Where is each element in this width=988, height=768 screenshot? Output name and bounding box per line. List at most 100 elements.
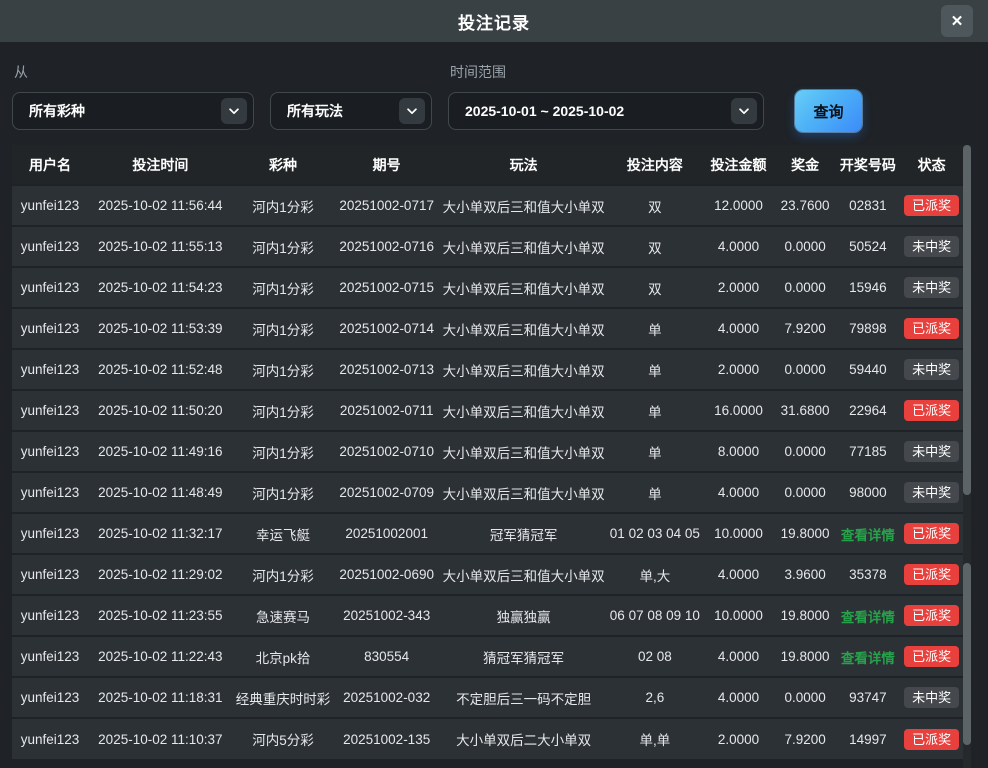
chevron-down-icon bbox=[731, 98, 757, 124]
bet-content-cell: 2,6 bbox=[607, 677, 702, 718]
bet-time-cell: 2025-10-02 11:49:16 bbox=[88, 431, 233, 472]
table-row: yunfei1232025-10-02 11:32:17幸运飞艇20251002… bbox=[12, 513, 963, 554]
play-method-cell: 大小单双后三和值大小单双 bbox=[440, 390, 607, 431]
winning-numbers-cell: 77185 bbox=[836, 431, 901, 472]
period-number-cell: 20251002-0717 bbox=[333, 185, 440, 226]
status-badge: 已派奖 bbox=[904, 605, 959, 626]
prize-cell: 3.9600 bbox=[775, 554, 836, 595]
modal-header: 投注记录 ✕ bbox=[0, 0, 988, 42]
play-method-cell: 大小单双后三和值大小单双 bbox=[440, 472, 607, 513]
bet-amount-cell: 2.0000 bbox=[702, 349, 774, 390]
winning-numbers-cell: 15946 bbox=[836, 267, 901, 308]
table-row: yunfei1232025-10-02 11:49:16河内1分彩2025100… bbox=[12, 431, 963, 472]
query-button[interactable]: 查询 bbox=[795, 90, 862, 132]
lottery-type-cell: 河内1分彩 bbox=[233, 308, 334, 349]
winning-numbers-cell: 02831 bbox=[836, 185, 901, 226]
period-number-cell: 20251002-0714 bbox=[333, 308, 440, 349]
scrollbar-thumb[interactable] bbox=[963, 563, 971, 745]
username-cell: yunfei123 bbox=[12, 513, 88, 554]
bet-content-cell: 单 bbox=[607, 349, 702, 390]
status-cell: 已派奖 bbox=[900, 595, 963, 636]
period-number-cell: 20251002-0709 bbox=[333, 472, 440, 513]
winning-numbers-cell: 查看详情 bbox=[836, 513, 901, 554]
bet-content-cell: 单 bbox=[607, 308, 702, 349]
status-cell: 未中奖 bbox=[900, 677, 963, 718]
bet-content-cell: 双 bbox=[607, 185, 702, 226]
bet-amount-cell: 12.0000 bbox=[702, 185, 774, 226]
play-method-cell: 不定胆后三一码不定胆 bbox=[440, 677, 607, 718]
status-badge: 未中奖 bbox=[904, 359, 959, 380]
bet-content-cell: 单 bbox=[607, 431, 702, 472]
close-icon: ✕ bbox=[951, 12, 964, 30]
column-header-8: 开奖号码 bbox=[836, 145, 901, 185]
scrollbar-thumb[interactable] bbox=[963, 145, 971, 495]
lottery-type-cell: 河内1分彩 bbox=[233, 472, 334, 513]
bet-amount-cell: 4.0000 bbox=[702, 308, 774, 349]
bet-amount-cell: 2.0000 bbox=[702, 267, 774, 308]
username-cell: yunfei123 bbox=[12, 349, 88, 390]
play-method-cell: 大小单双后三和值大小单双 bbox=[440, 185, 607, 226]
bet-records-modal: 投注记录 ✕ 从 时间范围 所有彩种 所有玩法 2025-10-01 ~ 202… bbox=[0, 0, 988, 768]
time-range-select-value: 2025-10-01 ~ 2025-10-02 bbox=[465, 103, 624, 119]
bet-content-cell: 双 bbox=[607, 267, 702, 308]
prize-cell: 0.0000 bbox=[775, 226, 836, 267]
scrollbar[interactable] bbox=[963, 145, 971, 768]
play-method-cell: 大小单双后三和值大小单双 bbox=[440, 308, 607, 349]
close-button[interactable]: ✕ bbox=[941, 5, 973, 37]
lottery-type-select[interactable]: 所有彩种 bbox=[12, 92, 254, 130]
username-cell: yunfei123 bbox=[12, 554, 88, 595]
bet-content-cell: 单,大 bbox=[607, 554, 702, 595]
lottery-type-cell: 河内1分彩 bbox=[233, 267, 334, 308]
status-cell: 已派奖 bbox=[900, 636, 963, 677]
lottery-type-cell: 经典重庆时时彩 bbox=[233, 677, 334, 718]
bet-content-cell: 06 07 08 09 10 bbox=[607, 595, 702, 636]
prize-cell: 7.9200 bbox=[775, 308, 836, 349]
bet-amount-cell: 4.0000 bbox=[702, 677, 774, 718]
username-cell: yunfei123 bbox=[12, 595, 88, 636]
bet-time-cell: 2025-10-02 11:22:43 bbox=[88, 636, 233, 677]
status-cell: 已派奖 bbox=[900, 554, 963, 595]
winning-numbers-cell: 59440 bbox=[836, 349, 901, 390]
period-number-cell: 20251002-0710 bbox=[333, 431, 440, 472]
play-method-cell: 大小单双后三和值大小单双 bbox=[440, 349, 607, 390]
bet-amount-cell: 4.0000 bbox=[702, 636, 774, 677]
status-badge: 已派奖 bbox=[904, 400, 959, 421]
status-badge: 未中奖 bbox=[904, 236, 959, 257]
play-method-select[interactable]: 所有玩法 bbox=[270, 92, 432, 130]
bet-time-cell: 2025-10-02 11:50:20 bbox=[88, 390, 233, 431]
status-cell: 未中奖 bbox=[900, 472, 963, 513]
status-badge: 未中奖 bbox=[904, 687, 959, 708]
bet-amount-cell: 10.0000 bbox=[702, 513, 774, 554]
time-range-select[interactable]: 2025-10-01 ~ 2025-10-02 bbox=[448, 92, 764, 130]
username-cell: yunfei123 bbox=[12, 308, 88, 349]
bet-amount-cell: 4.0000 bbox=[702, 226, 774, 267]
lottery-type-cell: 河内1分彩 bbox=[233, 185, 334, 226]
prize-cell: 31.6800 bbox=[775, 390, 836, 431]
table-row: yunfei1232025-10-02 11:52:48河内1分彩2025100… bbox=[12, 349, 963, 390]
play-method-cell: 猜冠军猜冠军 bbox=[440, 636, 607, 677]
view-details-link[interactable]: 查看详情 bbox=[841, 610, 895, 625]
chevron-down-icon bbox=[221, 98, 247, 124]
username-cell: yunfei123 bbox=[12, 472, 88, 513]
period-number-cell: 20251002-0713 bbox=[333, 349, 440, 390]
status-badge: 已派奖 bbox=[904, 523, 959, 544]
winning-numbers-cell: 22964 bbox=[836, 390, 901, 431]
view-details-link[interactable]: 查看详情 bbox=[841, 651, 895, 666]
bet-time-cell: 2025-10-02 11:23:55 bbox=[88, 595, 233, 636]
status-cell: 已派奖 bbox=[900, 513, 963, 554]
bet-amount-cell: 2.0000 bbox=[702, 718, 774, 759]
table-row: yunfei1232025-10-02 11:56:44河内1分彩2025100… bbox=[12, 185, 963, 226]
lottery-type-cell: 河内1分彩 bbox=[233, 349, 334, 390]
table-row: yunfei1232025-10-02 11:50:20河内1分彩2025100… bbox=[12, 390, 963, 431]
period-number-cell: 20251002-0715 bbox=[333, 267, 440, 308]
table-row: yunfei1232025-10-02 11:55:13河内1分彩2025100… bbox=[12, 226, 963, 267]
bet-amount-cell: 4.0000 bbox=[702, 554, 774, 595]
bet-time-cell: 2025-10-02 11:29:02 bbox=[88, 554, 233, 595]
bet-amount-cell: 4.0000 bbox=[702, 472, 774, 513]
bet-time-cell: 2025-10-02 11:53:39 bbox=[88, 308, 233, 349]
status-badge: 未中奖 bbox=[904, 277, 959, 298]
bet-content-cell: 单 bbox=[607, 472, 702, 513]
bet-content-cell: 单 bbox=[607, 390, 702, 431]
column-header-5: 投注内容 bbox=[607, 145, 702, 185]
view-details-link[interactable]: 查看详情 bbox=[841, 528, 895, 543]
